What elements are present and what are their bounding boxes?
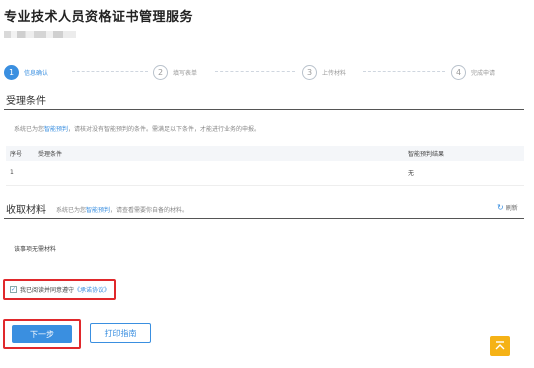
step-number: 2 [153,64,168,80]
refresh-button[interactable]: ↻ 刷新 [497,203,518,212]
agreement-highlight: ✓ 我已阅读并同意遵守 《承诺协议》 [3,279,116,300]
column-header: 序号 [6,146,34,161]
section-divider [4,218,524,219]
step-1: 1 信息确认 [4,63,48,81]
step-connector [363,71,445,72]
hint-text: 系统已为您 [56,207,87,214]
hint-text: 系统已为您 [14,126,45,133]
column-header: 受理条件 [34,146,404,161]
next-step-button[interactable]: 下一步 [12,325,72,343]
page-title: 专业技术人员资格证书管理服务 [4,10,194,25]
step-number: 1 [4,64,19,80]
column-header: 智能预判结果 [404,146,524,161]
conditions-hint: 系统已为您智能预判，请核对没有智能预判的条件。需满足以下条件，才能进行业务的申报… [14,124,260,133]
hint-text: ，请查看需要你自备的材料。 [110,207,189,214]
step-4: 4 完成申请 [451,63,495,81]
refresh-icon: ↻ [497,203,504,212]
agreement-link[interactable]: 《承诺协议》 [74,285,110,294]
conditions-table: 序号 受理条件 智能预判结果 1 无 [6,146,524,186]
step-connector [215,71,295,72]
blurred-user-info [4,31,76,38]
step-number: 3 [302,64,317,80]
table-row: 1 无 [6,161,524,186]
agreement-text: 我已阅读并同意遵守 [20,287,75,294]
print-guide-button[interactable]: 打印指南 [90,323,151,343]
step-label: 信息确认 [24,69,49,77]
next-button-highlight: 下一步 [3,319,81,349]
row-condition [34,161,404,186]
row-result: 无 [404,161,524,186]
materials-hint: 系统已为您智能预判，请查看需要你自备的材料。 [56,205,188,214]
table-header-row: 序号 受理条件 智能预判结果 [6,146,524,161]
step-3: 3 上传材料 [302,63,346,81]
step-connector [72,71,148,72]
step-2: 2 填写表单 [153,63,197,81]
refresh-label: 刷新 [505,205,518,212]
step-label: 填写表单 [173,69,198,77]
step-progress: 1 信息确认 2 填写表单 3 上传材料 4 完成申请 [0,62,534,82]
agreement-checkbox[interactable]: ✓ [10,286,17,293]
step-number: 4 [451,64,466,80]
row-index: 1 [6,161,34,186]
smart-prejudge-link[interactable]: 智能预判 [86,207,110,214]
back-to-top-button[interactable] [490,336,510,356]
hint-text: ，请核对没有智能预判的条件。需满足以下条件，才能进行业务的申报。 [68,126,261,133]
materials-title: 收取材料 [6,205,46,216]
no-materials-text: 该事项无需材料 [14,246,57,253]
section-divider [4,109,524,110]
step-label: 上传材料 [322,69,347,77]
step-label: 完成申请 [471,69,496,77]
back-to-top-icon [495,341,505,350]
conditions-title: 受理条件 [6,96,46,107]
smart-prejudge-link[interactable]: 智能预判 [44,126,68,133]
